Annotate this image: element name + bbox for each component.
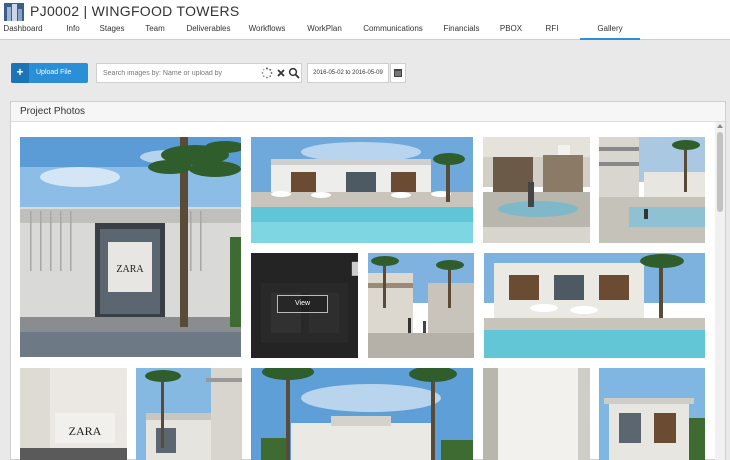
pool-umbrellas-photo (484, 253, 705, 358)
tab-communications[interactable]: Communications (363, 22, 423, 40)
search-icon[interactable] (288, 67, 300, 79)
plus-icon: + (11, 63, 29, 83)
image-search-input[interactable] (103, 68, 253, 79)
title-separator: | (83, 3, 88, 19)
photo-tile-hovered[interactable]: View (251, 253, 358, 358)
zara-sign-text: ZARA (69, 424, 102, 438)
page-title: PJ0002 | WINGFOOD TOWERS (30, 3, 240, 19)
tab-gallery[interactable]: Gallery (580, 22, 640, 40)
tab-stages[interactable]: Stages (99, 22, 125, 40)
photo-tile[interactable] (368, 253, 474, 358)
zara-sign-text: ZARA (116, 264, 144, 275)
gallery-scrollbar[interactable] (715, 122, 725, 460)
image-search-box (96, 63, 302, 83)
upload-file-button[interactable]: + Upload File (11, 63, 88, 83)
tab-team[interactable]: Team (143, 22, 167, 40)
calendar-icon (394, 69, 402, 77)
view-photo-button[interactable]: View (277, 295, 328, 313)
zara-closeup-photo: ZARA (20, 368, 127, 460)
pedestrian-street-photo (368, 253, 474, 358)
photo-tile[interactable] (251, 137, 473, 243)
scrollbar-thumb[interactable] (717, 132, 723, 212)
zara-storefront-photo: ZARA (20, 137, 241, 357)
panel-header: Project Photos (11, 102, 725, 122)
project-photos-panel: Project Photos ZARA View ZARA (10, 101, 726, 460)
upload-file-label: Upload File (36, 69, 72, 76)
app-header: PJ0002 | WINGFOOD TOWERS Dashboard Info … (0, 0, 730, 40)
tab-dashboard[interactable]: Dashboard (3, 22, 43, 40)
tab-workplan[interactable]: WorkPlan (306, 22, 343, 40)
photo-tile[interactable] (484, 253, 705, 358)
photo-tile[interactable] (599, 137, 705, 243)
date-range-field[interactable]: 2016-05-02 to 2016-05-09 (307, 63, 389, 83)
building-logo-icon (4, 3, 24, 21)
tab-financials[interactable]: Financials (443, 22, 480, 40)
photo-tile[interactable] (483, 137, 590, 243)
photo-tile[interactable] (251, 368, 473, 460)
close-icon[interactable] (275, 67, 287, 79)
tab-pbox[interactable]: PBOX (499, 22, 523, 40)
photo-tile[interactable] (136, 368, 242, 460)
palm-boulevard-photo (251, 368, 473, 460)
hand-cursor-icon (346, 317, 358, 358)
modern-villa-palm-photo (136, 368, 242, 460)
walkway-palms-photo (599, 137, 705, 243)
scroll-up-icon[interactable] (717, 124, 723, 128)
tab-workflows[interactable]: Workflows (248, 22, 286, 40)
tab-info[interactable]: Info (64, 22, 82, 40)
calendar-button[interactable] (390, 63, 406, 83)
tab-rfi[interactable]: RFI (545, 22, 559, 40)
panel-title: Project Photos (20, 106, 86, 117)
photo-tile[interactable]: ZARA (20, 368, 127, 460)
project-code: PJ0002 (30, 3, 80, 19)
main-nav: Dashboard Info Stages Team Deliverables … (0, 22, 730, 40)
photo-tile[interactable] (483, 368, 590, 460)
villa-sky-photo (599, 368, 705, 460)
photo-tile[interactable] (599, 368, 705, 460)
photo-tile[interactable]: ZARA (20, 137, 241, 357)
spinner-icon (261, 67, 273, 79)
white-wall-photo (483, 368, 590, 460)
pool-villa-photo (251, 137, 473, 243)
tab-deliverables[interactable]: Deliverables (186, 22, 231, 40)
courtyard-fountain-photo (483, 137, 590, 243)
project-name: WINGFOOD TOWERS (91, 3, 240, 19)
